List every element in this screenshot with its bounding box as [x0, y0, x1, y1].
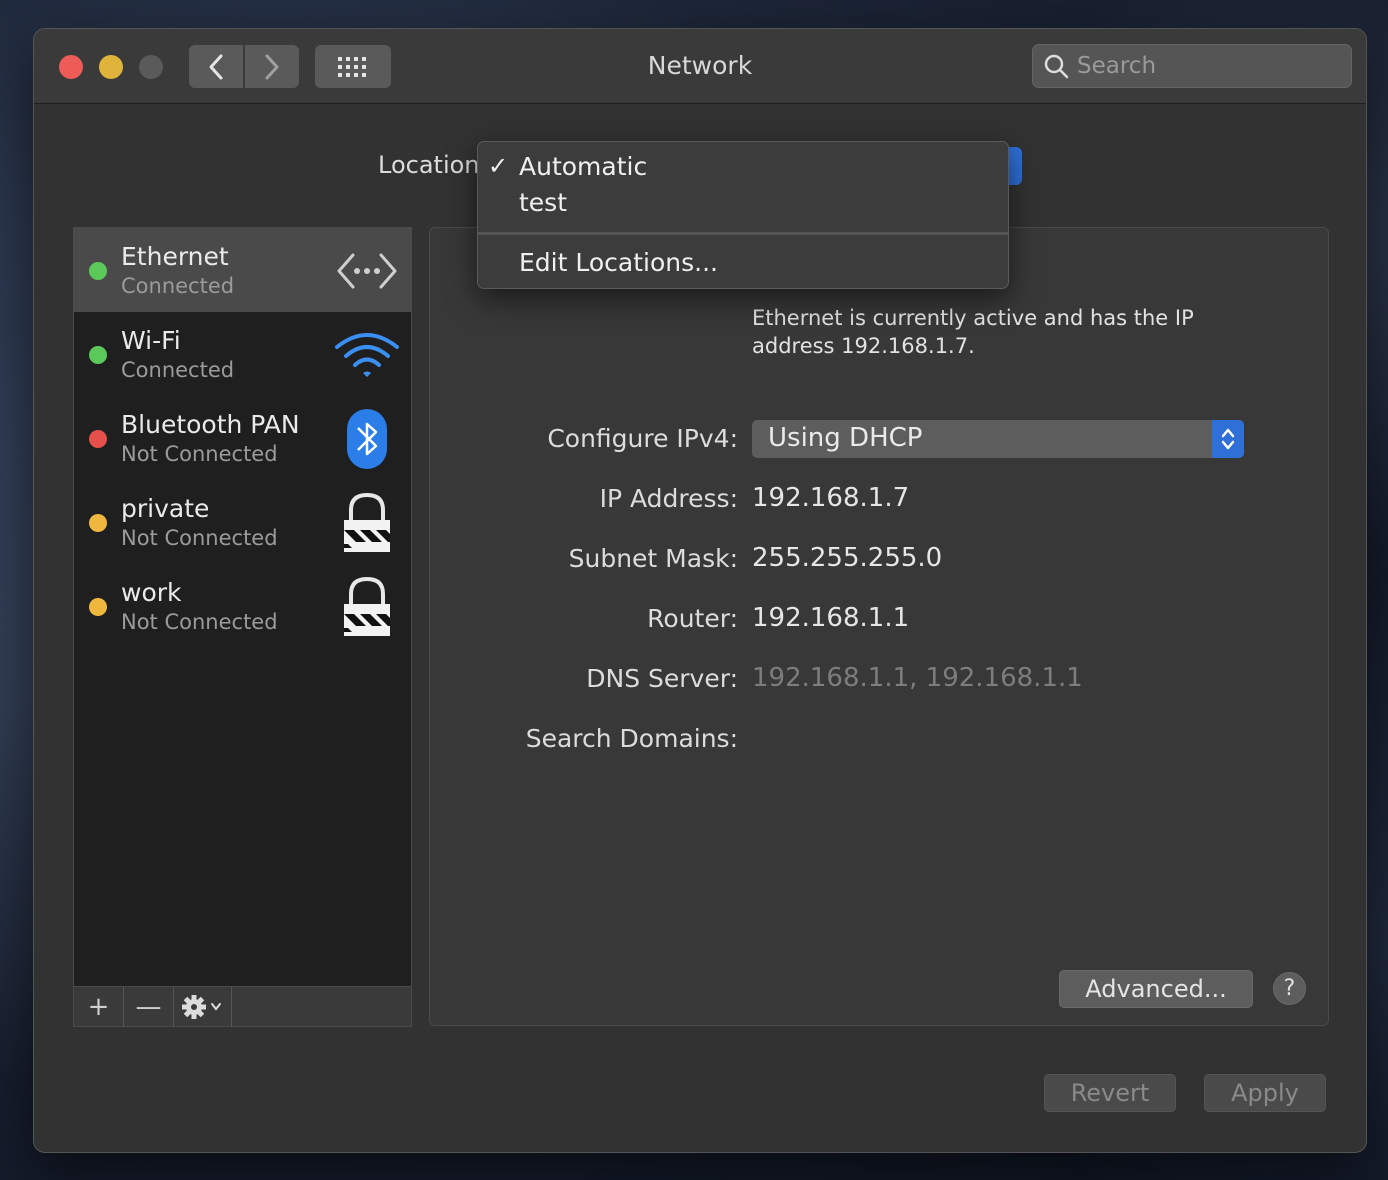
configure-ipv4-select[interactable]: Using DHCP [752, 420, 1244, 458]
bluetooth-icon [335, 408, 399, 470]
router-label: Router: [647, 604, 738, 633]
service-status: Not Connected [121, 610, 278, 634]
service-status: Connected [121, 358, 235, 382]
menu-item-label: Edit Locations... [519, 248, 718, 277]
service-list: Ethernet Connected Wi-Fi Connected Bluet… [73, 227, 412, 1027]
add-service-button[interactable]: + [74, 987, 124, 1027]
subnet-mask-value: 255.255.255.0 [752, 543, 943, 573]
service-status: Connected [121, 274, 235, 298]
wifi-icon [335, 324, 399, 386]
status-dot [89, 514, 107, 532]
service-status: Not Connected [121, 526, 278, 550]
connection-status-message: Ethernet is currently active and has the… [752, 306, 1194, 358]
apply-button[interactable]: Apply [1204, 1074, 1326, 1112]
service-name: Bluetooth PAN [121, 410, 300, 439]
configure-ipv4-label: Configure IPv4: [547, 424, 738, 453]
ip-address-label: IP Address: [599, 484, 738, 513]
action-menu-button[interactable] [174, 987, 232, 1027]
checkmark-icon: ✓ [488, 152, 509, 180]
location-menu-item-automatic[interactable]: ✓ Automatic [478, 148, 1008, 184]
status-dot [89, 346, 107, 364]
service-details-panel: Ethernet is currently active and has the… [429, 227, 1329, 1026]
titlebar: Network [34, 29, 1366, 104]
location-dropdown-menu: ✓ Automatic test Edit Locations... [477, 141, 1009, 289]
menu-item-label: test [519, 188, 568, 217]
router-value: 192.168.1.1 [752, 603, 910, 633]
plus-icon: + [87, 992, 110, 1022]
help-button[interactable]: ? [1273, 972, 1306, 1005]
service-name: Ethernet [121, 242, 229, 271]
subnet-mask-label: Subnet Mask: [568, 544, 738, 573]
ip-address-value: 192.168.1.7 [752, 483, 910, 513]
configure-ipv4-value: Using DHCP [768, 423, 923, 453]
gear-icon [181, 995, 221, 1019]
service-item-bluetooth-pan[interactable]: Bluetooth PAN Not Connected [74, 396, 411, 480]
network-preferences-window: Network Location: Ethernet Connected Wi-… [33, 28, 1367, 1153]
search-domains-label: Search Domains: [525, 724, 738, 753]
updown-arrows-icon [1212, 420, 1244, 458]
service-item-work[interactable]: work Not Connected [74, 564, 411, 648]
service-item-ethernet[interactable]: Ethernet Connected [74, 228, 411, 312]
search-input[interactable] [1077, 53, 1327, 79]
vpn-lock-icon [335, 576, 399, 638]
status-dot [89, 598, 107, 616]
minus-icon: — [135, 992, 162, 1022]
location-label: Location: [378, 151, 478, 179]
dns-server-value: 192.168.1.1, 192.168.1.1 [752, 663, 1083, 693]
vpn-lock-icon [335, 492, 399, 554]
location-menu-item-test[interactable]: test [478, 184, 1008, 220]
service-name: private [121, 494, 210, 523]
service-name: work [121, 578, 182, 607]
service-status: Not Connected [121, 442, 278, 466]
edit-locations-menu-item[interactable]: Edit Locations... [478, 244, 1008, 280]
status-dot [89, 430, 107, 448]
service-item-private[interactable]: private Not Connected [74, 480, 411, 564]
service-name: Wi-Fi [121, 326, 181, 355]
service-item-wifi[interactable]: Wi-Fi Connected [74, 312, 411, 396]
menu-separator [478, 232, 1008, 235]
advanced-button[interactable]: Advanced... [1059, 970, 1253, 1008]
ethernet-icon [335, 240, 399, 302]
revert-button[interactable]: Revert [1044, 1074, 1176, 1112]
dns-server-label: DNS Server: [586, 664, 738, 693]
remove-service-button[interactable]: — [124, 987, 174, 1027]
search-icon [1044, 54, 1069, 79]
menu-item-label: Automatic [519, 152, 648, 181]
status-dot [89, 262, 107, 280]
search-field[interactable] [1032, 44, 1352, 88]
service-list-toolbar: + — [74, 986, 411, 1027]
